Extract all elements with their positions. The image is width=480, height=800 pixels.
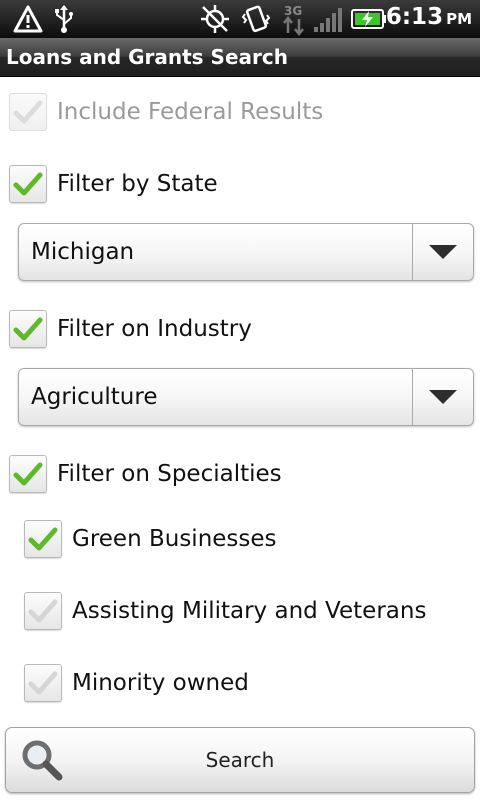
checkmark-icon xyxy=(13,462,43,486)
industry-spinner-value: Agriculture xyxy=(31,384,158,410)
filter-state-checkbox[interactable] xyxy=(9,165,47,203)
status-bar: 3G 6:13 PM xyxy=(0,0,480,38)
minority-owned-checkbox[interactable] xyxy=(24,664,62,702)
federal-results-label: Include Federal Results xyxy=(57,99,324,125)
battery-charging-icon xyxy=(350,0,388,38)
federal-results-option: Include Federal Results xyxy=(9,93,323,131)
checkmark-icon xyxy=(28,527,58,551)
checkmark-icon xyxy=(28,599,58,623)
filter-specialties-label: Filter on Specialties xyxy=(57,461,282,487)
svg-text:3G: 3G xyxy=(284,4,302,18)
usb-icon xyxy=(52,0,76,38)
title-bar: Loans and Grants Search xyxy=(0,38,480,77)
gps-off-icon xyxy=(198,0,232,38)
search-button[interactable]: Search xyxy=(5,727,475,793)
filter-state-option[interactable]: Filter by State xyxy=(9,165,218,203)
checkmark-icon xyxy=(13,317,43,341)
checkmark-icon xyxy=(13,172,43,196)
network-3g-icon: 3G xyxy=(282,0,306,38)
checkmark-icon xyxy=(13,100,43,124)
state-spinner-value: Michigan xyxy=(31,239,135,265)
filter-state-label: Filter by State xyxy=(57,171,218,197)
green-businesses-checkbox[interactable] xyxy=(24,520,62,558)
checkmark-icon xyxy=(28,671,58,695)
specialty-military-veterans[interactable]: Assisting Military and Veterans xyxy=(24,592,426,630)
dropdown-arrow-icon xyxy=(429,245,457,259)
federal-results-checkbox xyxy=(9,93,47,131)
signal-icon xyxy=(313,0,345,38)
filter-industry-checkbox[interactable] xyxy=(9,310,47,348)
filter-specialties-checkbox[interactable] xyxy=(9,455,47,493)
state-spinner[interactable]: Michigan xyxy=(18,223,474,281)
filter-industry-label: Filter on Industry xyxy=(57,316,252,342)
filter-industry-option[interactable]: Filter on Industry xyxy=(9,310,252,348)
industry-spinner[interactable]: Agriculture xyxy=(18,368,474,426)
warning-icon xyxy=(12,0,44,38)
minority-owned-label: Minority owned xyxy=(72,670,249,696)
military-veterans-checkbox[interactable] xyxy=(24,592,62,630)
dropdown-arrow-icon xyxy=(429,390,457,404)
vibrate-icon xyxy=(240,0,272,38)
green-businesses-label: Green Businesses xyxy=(72,526,277,552)
filter-specialties-option[interactable]: Filter on Specialties xyxy=(9,455,282,493)
page-title: Loans and Grants Search xyxy=(6,45,288,69)
clock: 6:13 PM xyxy=(385,4,472,30)
specialty-minority-owned[interactable]: Minority owned xyxy=(24,664,249,702)
military-veterans-label: Assisting Military and Veterans xyxy=(72,598,427,624)
specialty-green-businesses[interactable]: Green Businesses xyxy=(24,520,277,558)
search-button-label: Search xyxy=(205,748,275,772)
